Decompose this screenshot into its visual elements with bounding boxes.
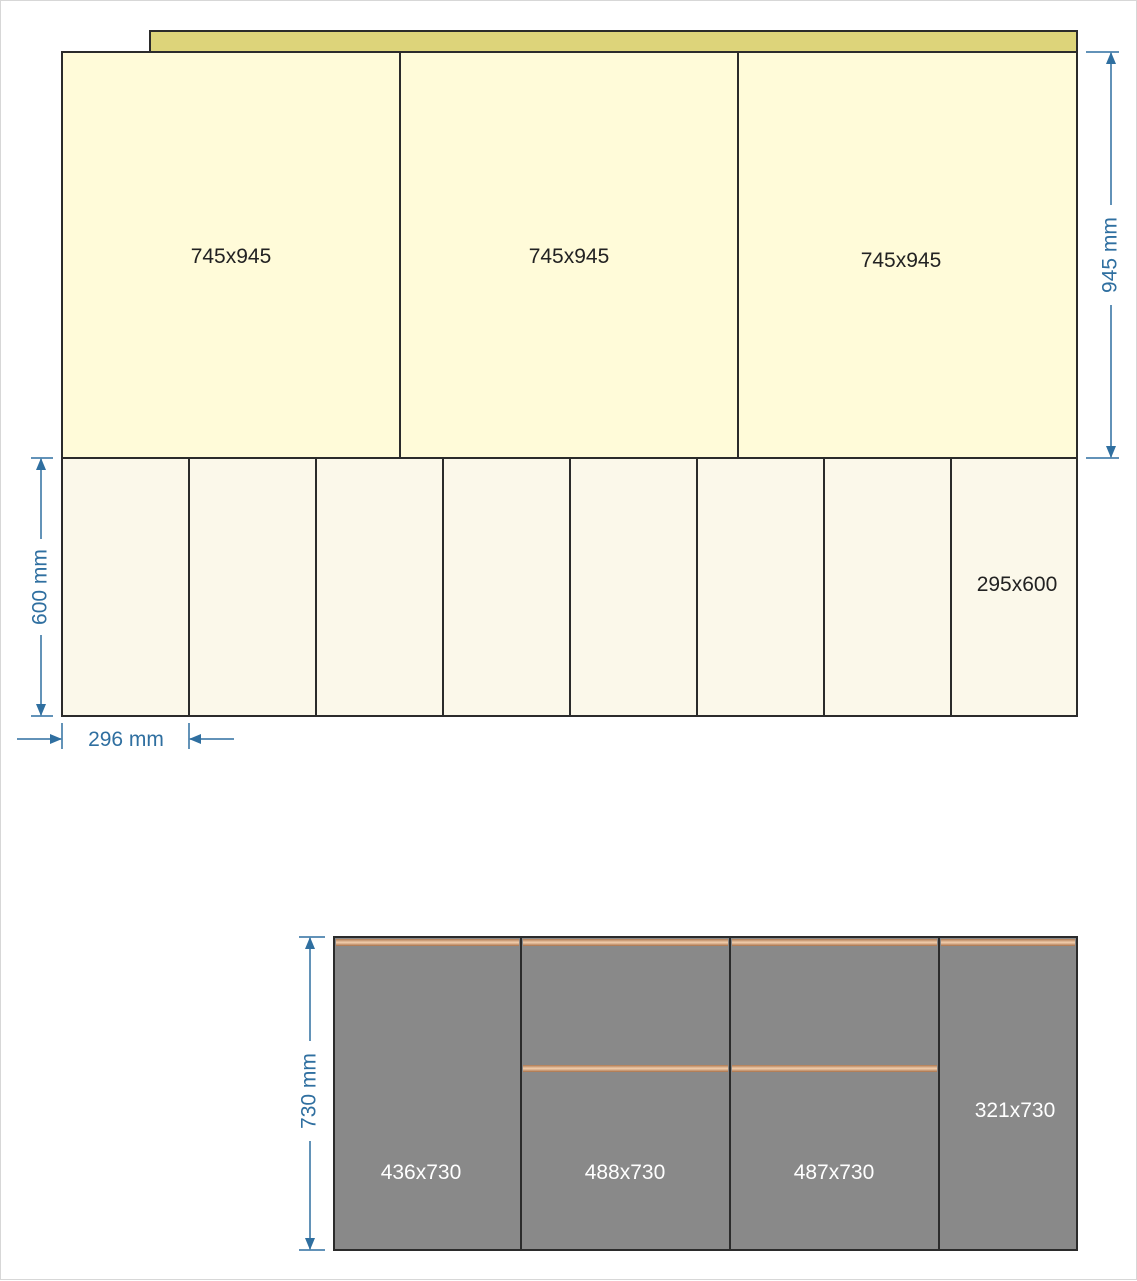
lower-height-dimension: 600 mm [29, 457, 53, 717]
lower-door-row: 295x600 [61, 457, 1078, 717]
upper-door-size-label: 745x945 [191, 245, 272, 268]
upper-door-row: 745x945 745x945 745x945 [61, 51, 1078, 459]
base-door [333, 936, 522, 1251]
top-trim-strip [149, 30, 1078, 53]
door-handle [732, 939, 937, 946]
lower-door [315, 457, 444, 717]
lower-height-label: 600 mm [29, 549, 52, 625]
lower-door [569, 457, 698, 717]
upper-height-label: 945 mm [1099, 217, 1122, 293]
lower-door [442, 457, 571, 717]
base-door-size-label: 487x730 [794, 1161, 875, 1184]
base-door [938, 936, 1078, 1251]
lower-door [61, 457, 190, 717]
base-cabinet-row: 436x730 488x730 487x730 321x730 [333, 936, 1078, 1251]
lower-door [188, 457, 317, 717]
base-height-dimension: 730 mm [298, 936, 325, 1251]
lower-door [823, 457, 952, 717]
lower-door [696, 457, 825, 717]
base-door-size-label: 436x730 [381, 1161, 462, 1184]
cabinet-diagram: 745x945 745x945 745x945 295x600 945 mm 6… [17, 30, 1122, 1251]
base-door [520, 936, 731, 1251]
base-door [729, 936, 940, 1251]
upper-door-size-label: 745x945 [529, 245, 610, 268]
lower-door-width-label: 296 mm [88, 728, 164, 751]
lower-door-size-label: 295x600 [977, 573, 1058, 596]
door-handle [941, 939, 1075, 946]
door-handle [523, 939, 728, 946]
base-door-size-label: 321x730 [975, 1099, 1056, 1122]
upper-height-dimension: 945 mm [1086, 51, 1122, 459]
upper-door-size-label: 745x945 [861, 249, 942, 272]
diagram-canvas: 745x945 745x945 745x945 295x600 945 mm 6… [0, 0, 1137, 1280]
base-height-label: 730 mm [298, 1053, 321, 1129]
door-handle [732, 1065, 937, 1072]
lower-door-width-dimension: 296 mm [17, 723, 234, 751]
base-door-size-label: 488x730 [585, 1161, 666, 1184]
door-handle [336, 939, 519, 946]
door-handle [523, 1065, 728, 1072]
